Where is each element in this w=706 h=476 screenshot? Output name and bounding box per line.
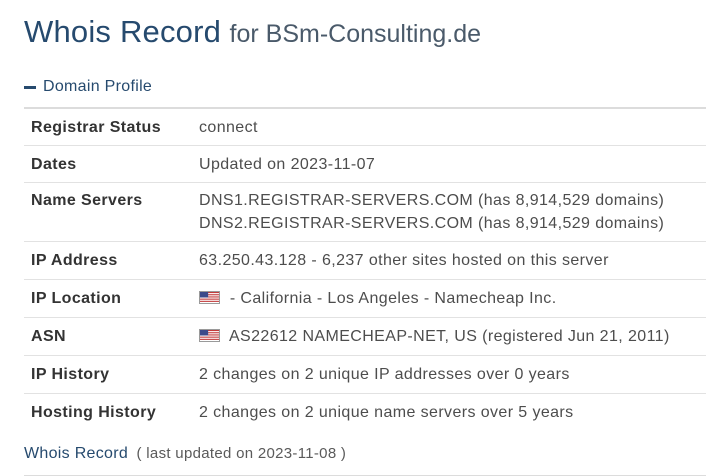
domain-profile-label[interactable]: Domain Profile xyxy=(43,78,152,96)
ip-location-value-wrap: - California - Los Angeles - Namecheap I… xyxy=(199,287,706,310)
domain-profile-table: Registrar Status connect Dates Updated o… xyxy=(24,107,706,431)
name-server-2: DNS2.REGISTRAR-SERVERS.COM (has 8,914,52… xyxy=(199,215,665,232)
row-registrar-status: Registrar Status connect xyxy=(24,109,706,146)
page-title: Whois Record for BSm-Consulting.de xyxy=(24,14,481,50)
ip-address-label: IP Address xyxy=(31,252,118,269)
dates-label: Dates xyxy=(31,155,77,173)
ip-location-label: IP Location xyxy=(31,290,122,307)
asn-label: ASN xyxy=(31,328,66,345)
ip-address-value: 63.250.43.128 - 6,237 other sites hosted… xyxy=(199,252,609,269)
us-flag-icon xyxy=(199,291,220,304)
row-asn: ASN AS22612 NAMECHEAP-NET, US (registere… xyxy=(24,318,706,356)
ip-location-value: - California - Los Angeles - Namecheap I… xyxy=(229,290,557,307)
page-title-domain: for BSm-Consulting.de xyxy=(229,20,482,48)
row-ip-location: IP Location - California - Los Angeles -… xyxy=(24,280,706,318)
minus-icon[interactable] xyxy=(24,85,36,89)
row-ip-history: IP History 2 changes on 2 unique IP addr… xyxy=(24,356,706,394)
dates-value: Updated on 2023-11-07 xyxy=(199,155,376,173)
page-title-main: Whois Record xyxy=(24,14,222,49)
name-servers-value: DNS1.REGISTRAR-SERVERS.COM (has 8,914,52… xyxy=(199,189,706,235)
row-name-servers: Name Servers DNS1.REGISTRAR-SERVERS.COM … xyxy=(24,183,706,242)
hosting-history-value: 2 changes on 2 unique name servers over … xyxy=(199,404,574,421)
whois-record-updated: ( last updated on 2023-11-08 ) xyxy=(136,445,347,462)
registrar-status-label: Registrar Status xyxy=(31,118,161,136)
whois-record-heading: Whois Record ( last updated on 2023-11-0… xyxy=(24,445,706,476)
name-server-1: DNS1.REGISTRAR-SERVERS.COM (has 8,914,52… xyxy=(199,192,665,209)
row-hosting-history: Hosting History 2 changes on 2 unique na… xyxy=(24,394,706,431)
asn-value: AS22612 NAMECHEAP-NET, US (registered Ju… xyxy=(228,328,670,345)
ip-history-value: 2 changes on 2 unique IP addresses over … xyxy=(199,366,570,383)
hosting-history-label: Hosting History xyxy=(31,404,157,421)
us-flag-icon xyxy=(199,329,220,342)
name-servers-label: Name Servers xyxy=(31,192,143,209)
domain-profile-toggle[interactable]: Domain Profile xyxy=(24,78,152,96)
row-dates: Dates Updated on 2023-11-07 xyxy=(24,146,706,183)
row-ip-address: IP Address 63.250.43.128 - 6,237 other s… xyxy=(24,242,706,280)
registrar-status-value: connect xyxy=(199,118,258,136)
ip-history-label: IP History xyxy=(31,366,110,383)
asn-value-wrap: AS22612 NAMECHEAP-NET, US (registered Ju… xyxy=(199,325,706,348)
whois-record-title[interactable]: Whois Record xyxy=(24,445,128,462)
